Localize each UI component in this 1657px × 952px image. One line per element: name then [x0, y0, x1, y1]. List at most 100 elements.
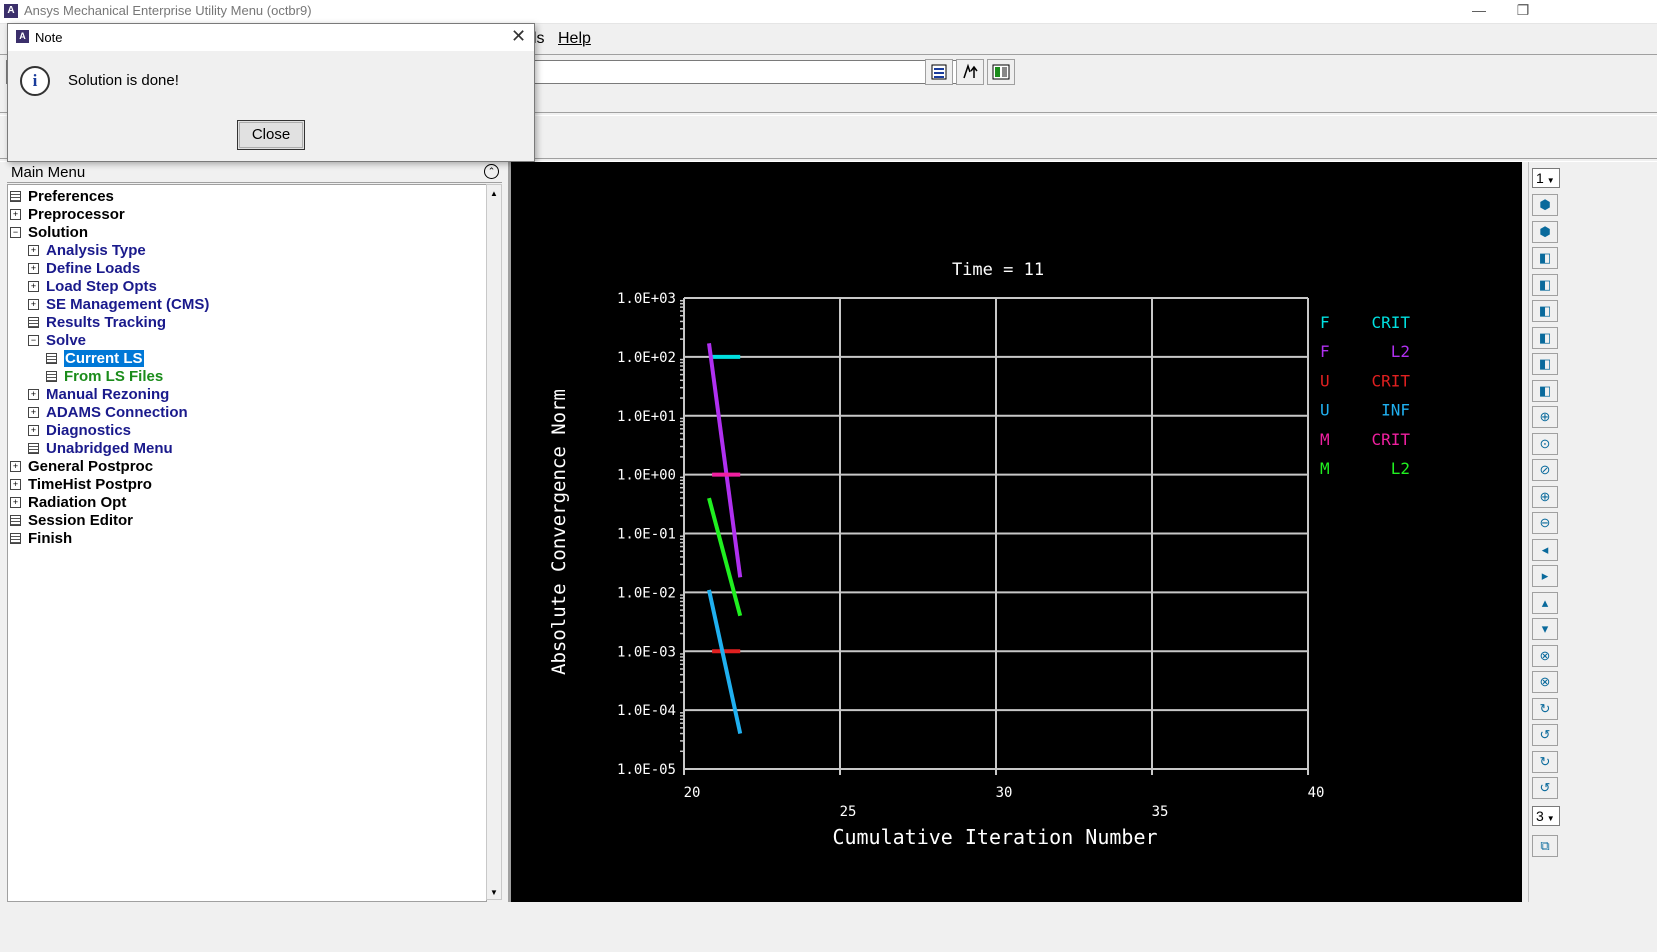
- rotate-y-neg-button[interactable]: ↺: [1532, 724, 1558, 746]
- menu-item-label: Diagnostics: [46, 421, 132, 439]
- collapse-icon[interactable]: −: [28, 334, 39, 346]
- graphics-window[interactable]: 1.0E-05 1.0E-04 1.0E-03 1.0E-02 1.0E-01 1.0E+…: [508, 162, 1522, 902]
- contact-manager-button[interactable]: [987, 59, 1015, 85]
- menu-item-label: Unabridged Menu: [46, 439, 173, 457]
- zoom-button[interactable]: ⊕: [1532, 406, 1558, 428]
- window-number-value: 1: [1536, 170, 1544, 186]
- expand-icon[interactable]: +: [10, 460, 21, 472]
- zoom-step-select[interactable]: 3 ▼: [1532, 806, 1560, 826]
- pan-left-button[interactable]: ◂: [1532, 538, 1558, 561]
- restore-icon[interactable]: ❐: [1500, 0, 1546, 22]
- left-view-icon: ◧: [1538, 356, 1552, 371]
- menu-item-from-ls-files[interactable]: From LS Files: [46, 367, 163, 385]
- menu-item-preferences[interactable]: Preferences: [10, 187, 114, 205]
- menu-item-label: Current LS: [64, 349, 144, 367]
- scroll-down-icon[interactable]: ▼: [490, 888, 498, 897]
- menu-item-results-tracking[interactable]: Results Tracking: [28, 313, 166, 331]
- menu-item-session-editor[interactable]: Session Editor: [10, 511, 133, 529]
- tree-scrollbar[interactable]: ▲ ▼: [486, 184, 502, 900]
- close-button[interactable]: Close: [237, 120, 305, 150]
- left-view-button[interactable]: ◧: [1532, 353, 1558, 375]
- menu-item-timehist-postpro[interactable]: + TimeHist Postpro: [10, 475, 152, 493]
- close-icon[interactable]: ✕: [511, 26, 526, 47]
- menu-help[interactable]: Help: [558, 30, 591, 48]
- menu-item-label: Finish: [28, 529, 73, 547]
- back-view-button[interactable]: ◧: [1532, 326, 1558, 349]
- legend-dof: F: [1320, 342, 1330, 361]
- command-icon: [28, 442, 39, 454]
- pan-up-icon: ▴: [1541, 594, 1549, 610]
- top-view-button[interactable]: ◧: [1532, 300, 1558, 322]
- rotate-x-neg-button[interactable]: ⊗: [1532, 671, 1558, 693]
- menu-item-analysis-type[interactable]: + Analysis Type: [28, 241, 146, 259]
- menu-item-diagnostics[interactable]: + Diagnostics: [28, 421, 131, 439]
- raise-hidden-button[interactable]: [925, 59, 953, 85]
- pan-up-button[interactable]: ▴: [1532, 591, 1558, 614]
- menu-item-radiation-opt[interactable]: + Radiation Opt: [10, 493, 126, 511]
- rotate-x-pos-button[interactable]: ⊗: [1532, 644, 1558, 667]
- x-tick-label: 35: [1152, 804, 1169, 820]
- menu-item-preprocessor[interactable]: + Preprocessor: [10, 205, 125, 223]
- expand-icon[interactable]: +: [28, 424, 39, 436]
- menu-item-label: Results Tracking: [46, 313, 167, 331]
- menu-item-define-loads[interactable]: + Define Loads: [28, 259, 140, 277]
- x-tick-label: 25: [840, 804, 857, 820]
- command-icon: [10, 190, 21, 202]
- menu-item-load-step-opts[interactable]: + Load Step Opts: [28, 277, 157, 295]
- bottom-view-button[interactable]: ◧: [1532, 379, 1558, 402]
- window-number-select[interactable]: 1 ▼: [1532, 168, 1560, 188]
- expand-icon[interactable]: +: [28, 388, 39, 400]
- expand-icon[interactable]: +: [10, 208, 21, 220]
- rotate-z-neg-button[interactable]: ↺: [1532, 777, 1558, 799]
- right-view-icon: ◧: [1538, 276, 1552, 292]
- expand-icon[interactable]: +: [28, 262, 39, 274]
- menu-item-current-ls[interactable]: Current LS: [46, 349, 144, 367]
- menu-item-finish[interactable]: Finish: [10, 529, 72, 547]
- win-zoom-button[interactable]: ⊘: [1532, 459, 1558, 481]
- menu-item-adams-connection[interactable]: + ADAMS Connection: [28, 403, 188, 421]
- y-tick-label: 1.0E+01: [617, 409, 676, 425]
- menu-item-manual-rezoning[interactable]: + Manual Rezoning: [28, 385, 169, 403]
- expand-icon[interactable]: +: [28, 406, 39, 418]
- collapse-icon[interactable]: ⌃: [484, 164, 499, 179]
- rotate-x-pos-icon: ⊗: [1539, 647, 1551, 663]
- pan-down-button[interactable]: ▾: [1532, 618, 1558, 640]
- expand-icon[interactable]: +: [10, 478, 21, 490]
- y-tick-label: 1.0E+03: [617, 291, 676, 307]
- iso-view-button[interactable]: ⬢: [1532, 194, 1558, 216]
- rotate-z-pos-button[interactable]: ↻: [1532, 750, 1558, 773]
- collapse-icon[interactable]: −: [10, 226, 21, 238]
- oblique-view-button[interactable]: ⬢: [1532, 220, 1558, 243]
- minimize-icon[interactable]: —: [1456, 0, 1502, 22]
- legend-type: CRIT: [1371, 430, 1410, 449]
- command-icon: [28, 316, 39, 328]
- bottom-view-icon: ◧: [1538, 382, 1552, 398]
- menu-item-se-management-cms[interactable]: + SE Management (CMS): [28, 295, 209, 313]
- menu-item-general-postproc[interactable]: + General Postproc: [10, 457, 153, 475]
- y-axis-label: Absolute Convergence Norm: [548, 389, 570, 675]
- right-view-button[interactable]: ◧: [1532, 273, 1558, 296]
- menu-item-solve[interactable]: − Solve: [28, 331, 86, 349]
- menu-item-label: Session Editor: [28, 511, 134, 529]
- rotate-y-pos-button[interactable]: ↻: [1532, 697, 1558, 720]
- front-view-button[interactable]: ◧: [1532, 247, 1558, 269]
- expand-icon[interactable]: +: [28, 298, 39, 310]
- menu-item-solution[interactable]: − Solution: [10, 223, 88, 241]
- pan-right-button[interactable]: ▸: [1532, 565, 1558, 587]
- reset-picking-button[interactable]: [956, 59, 984, 85]
- expand-icon[interactable]: +: [10, 496, 21, 508]
- dynamic-mode-button[interactable]: ⧉: [1532, 835, 1558, 857]
- expand-icon[interactable]: +: [28, 280, 39, 292]
- zoom-out-button[interactable]: ⊖: [1532, 512, 1558, 534]
- y-tick-label: 1.0E-03: [617, 644, 676, 660]
- zoom-in-button[interactable]: ⊕: [1532, 485, 1558, 508]
- raise-hidden-icon: [931, 64, 947, 80]
- rotate-y-neg-icon: ↺: [1539, 727, 1551, 742]
- expand-icon[interactable]: +: [28, 244, 39, 256]
- menu-item-unabridged-menu[interactable]: Unabridged Menu: [28, 439, 173, 457]
- box-zoom-button[interactable]: ⊙: [1532, 432, 1558, 455]
- zoom-step-value: 3: [1536, 808, 1544, 824]
- x-tick-label: 40: [1308, 785, 1325, 801]
- menu-item-label: Solution: [28, 223, 88, 241]
- scroll-up-icon[interactable]: ▲: [490, 189, 498, 198]
